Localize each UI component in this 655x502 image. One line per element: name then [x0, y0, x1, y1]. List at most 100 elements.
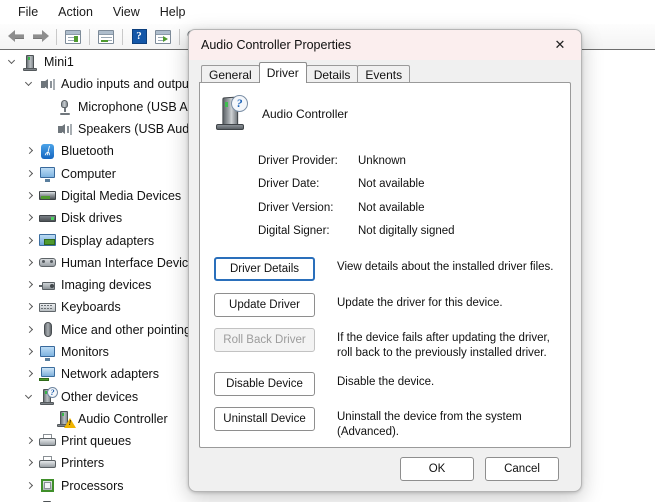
tab-strip: General Driver Details Events: [199, 62, 571, 83]
keyboard-icon: [39, 299, 56, 316]
menu-item-view[interactable]: View: [103, 1, 150, 23]
chevron-right-icon[interactable]: [25, 168, 37, 180]
tree-item-label: Human Interface Devices: [61, 255, 202, 270]
action-row: Uninstall Device Uninstall the device fr…: [214, 407, 570, 439]
action-row: Update Driver Update the driver for this…: [214, 292, 570, 317]
uninstall-device-description: Uninstall the device from the system (Ad…: [337, 411, 522, 438]
gamepad-icon: [39, 254, 56, 271]
forward-button[interactable]: [29, 26, 51, 47]
dialog-title: Audio Controller Properties: [201, 38, 352, 52]
back-button[interactable]: [5, 26, 27, 47]
menu-item-file[interactable]: File: [8, 1, 48, 23]
toolbar-separator-1: [56, 28, 57, 45]
monitor-icon: [39, 165, 56, 183]
tree-item-label: Audio inputs and outputs: [61, 77, 199, 92]
tree-item-label: Audio Controller: [78, 411, 168, 426]
chevron-right-icon[interactable]: [25, 457, 37, 469]
property-value: Not available: [358, 178, 425, 191]
device-manager-window: File Action View Help ? Mini1 Audio inpu…: [0, 0, 655, 502]
ok-button[interactable]: OK: [400, 457, 474, 481]
computer-tower-icon: [22, 54, 39, 71]
close-icon[interactable]: ✕: [539, 30, 581, 60]
table-row: Driver Version: Not available: [258, 196, 570, 220]
chevron-right-icon[interactable]: [25, 145, 37, 157]
dialog-footer: OK Cancel: [199, 448, 571, 481]
scan-hardware-button[interactable]: [152, 26, 174, 47]
tree-item-security-devices[interactable]: Security devices: [0, 497, 655, 502]
microphone-icon: [56, 98, 73, 116]
properties-button[interactable]: [62, 26, 84, 47]
driver-properties-table: Driver Provider: Unknown Driver Date: No…: [200, 149, 570, 243]
printer-icon: [39, 455, 56, 472]
action-row: Disable Device Disable the device.: [214, 371, 570, 396]
monitor-icon: [39, 344, 56, 361]
chevron-placeholder: [42, 123, 54, 135]
property-value: Not digitally signed: [358, 225, 455, 238]
chevron-right-icon[interactable]: [25, 368, 37, 380]
media-device-icon: [39, 187, 56, 204]
dialog-body: General Driver Details Events ? Audio Co…: [189, 62, 581, 481]
chevron-right-icon[interactable]: [25, 212, 37, 224]
processor-icon: [39, 477, 56, 494]
tree-item-label: Keyboards: [61, 300, 121, 315]
unknown-device-icon: ?: [214, 95, 248, 131]
chevron-down-icon[interactable]: [7, 56, 20, 68]
chevron-right-icon[interactable]: [25, 346, 37, 358]
toolbar-separator-4: [179, 28, 180, 45]
chevron-down-icon[interactable]: [24, 391, 37, 403]
mouse-icon: [39, 321, 56, 338]
camera-icon: [39, 277, 56, 294]
printer-icon: [39, 433, 56, 450]
properties-window-icon: [65, 29, 81, 44]
details-window-icon: [98, 29, 114, 44]
tree-item-label: Other devices: [61, 389, 139, 404]
tree-item-label: Bluetooth: [61, 144, 114, 159]
chevron-right-icon[interactable]: [25, 190, 37, 202]
chevron-down-icon[interactable]: [24, 78, 37, 90]
arrow-right-icon: [32, 30, 49, 43]
chevron-right-icon[interactable]: [25, 257, 37, 269]
tab-details[interactable]: Details: [305, 65, 359, 83]
driver-details-button[interactable]: Driver Details: [214, 257, 315, 281]
show-hidden-button[interactable]: [95, 26, 117, 47]
property-key: Digital Signer:: [258, 225, 330, 238]
menu-item-action[interactable]: Action: [48, 1, 103, 23]
tree-item-label: Network adapters: [61, 367, 159, 382]
device-header: ? Audio Controller: [200, 83, 570, 131]
disable-device-description: Disable the device.: [337, 375, 435, 388]
tab-events[interactable]: Events: [357, 65, 411, 83]
driver-tab-panel: ? Audio Controller Driver Provider: Unkn…: [199, 82, 571, 448]
tree-item-label: Disk drives: [61, 211, 123, 226]
tab-driver[interactable]: Driver: [258, 62, 307, 83]
chevron-right-icon[interactable]: [25, 324, 37, 336]
chevron-right-icon[interactable]: [25, 279, 37, 291]
property-value: Not available: [358, 201, 425, 214]
update-driver-button[interactable]: Update Driver: [214, 292, 315, 317]
property-key: Driver Provider:: [258, 154, 338, 167]
tree-item-label: Printers: [61, 456, 105, 471]
roll-back-driver-description: If the device fails after updating the d…: [337, 332, 550, 359]
chevron-placeholder: [42, 413, 54, 425]
question-mark-icon: ?: [131, 29, 147, 44]
cancel-button[interactable]: Cancel: [485, 457, 559, 481]
tree-item-label: Digital Media Devices: [61, 188, 182, 203]
speaker-icon: [39, 76, 56, 93]
display-adapter-icon: [39, 232, 56, 249]
dialog-title-bar: Audio Controller Properties ✕: [189, 30, 581, 60]
tab-general[interactable]: General: [201, 65, 260, 83]
menu-bar: File Action View Help: [0, 0, 655, 24]
arrow-left-icon: [7, 30, 25, 43]
uninstall-device-button[interactable]: Uninstall Device: [214, 407, 315, 431]
chevron-right-icon[interactable]: [25, 235, 37, 247]
speaker-icon: [56, 121, 73, 138]
tree-item-label: Display adapters: [61, 233, 155, 248]
menu-item-help[interactable]: Help: [150, 1, 196, 23]
chevron-right-icon[interactable]: [25, 435, 37, 447]
disable-device-button[interactable]: Disable Device: [214, 371, 315, 396]
roll-back-driver-button: Roll Back Driver: [214, 328, 315, 352]
network-adapter-icon: [39, 366, 56, 383]
help-button[interactable]: ?: [128, 26, 150, 47]
action-row: Driver Details View details about the in…: [214, 257, 570, 281]
chevron-right-icon[interactable]: [25, 480, 37, 492]
chevron-right-icon[interactable]: [25, 301, 37, 313]
